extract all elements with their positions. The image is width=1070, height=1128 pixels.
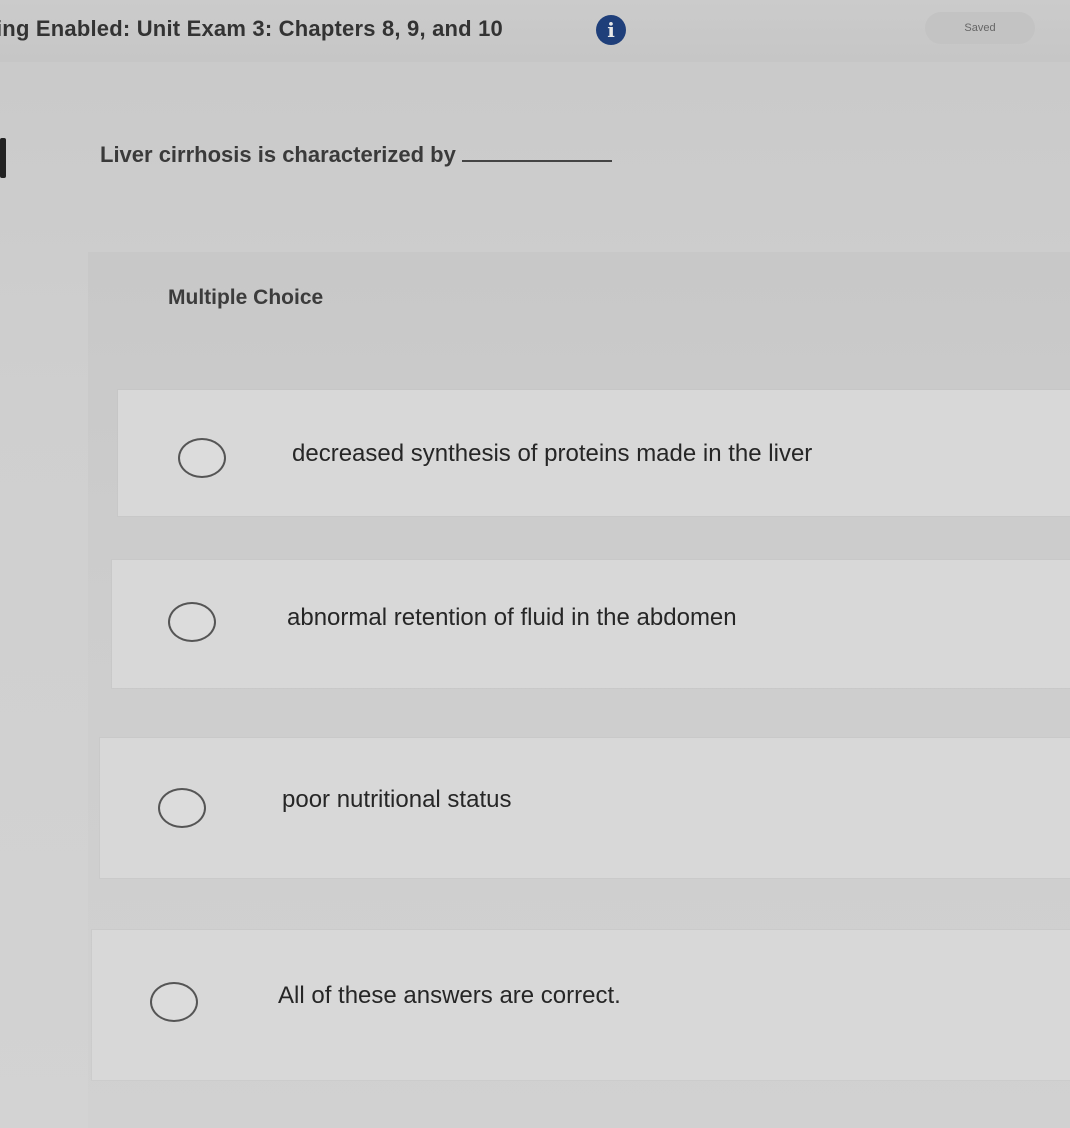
question-marker	[0, 138, 6, 178]
choice-option-3[interactable]: poor nutritional status	[100, 738, 1070, 878]
choice-option-1[interactable]: decreased synthesis of proteins made in …	[118, 390, 1070, 516]
choice-label: decreased synthesis of proteins made in …	[292, 440, 813, 467]
question-text: Liver cirrhosis is characterized by	[100, 142, 456, 167]
choice-label: abnormal retention of fluid in the abdom…	[287, 604, 737, 631]
info-icon[interactable]: i	[596, 15, 626, 45]
saved-status-badge: Saved	[925, 12, 1035, 44]
radio-button[interactable]	[150, 982, 198, 1022]
choice-label: All of these answers are correct.	[278, 982, 621, 1009]
exam-title: ing Enabled: Unit Exam 3: Chapters 8, 9,…	[0, 16, 503, 41]
radio-button[interactable]	[178, 438, 226, 478]
choice-label: poor nutritional status	[282, 786, 512, 813]
question-prompt: Liver cirrhosis is characterized by	[100, 142, 612, 168]
choice-option-4[interactable]: All of these answers are correct.	[92, 930, 1070, 1080]
radio-button[interactable]	[158, 788, 206, 828]
question-type-label: Multiple Choice	[168, 286, 324, 309]
radio-button[interactable]	[168, 602, 216, 642]
top-bar: ing Enabled: Unit Exam 3: Chapters 8, 9,…	[0, 0, 1070, 62]
answer-blank	[461, 160, 612, 162]
choice-option-2[interactable]: abnormal retention of fluid in the abdom…	[112, 560, 1070, 688]
